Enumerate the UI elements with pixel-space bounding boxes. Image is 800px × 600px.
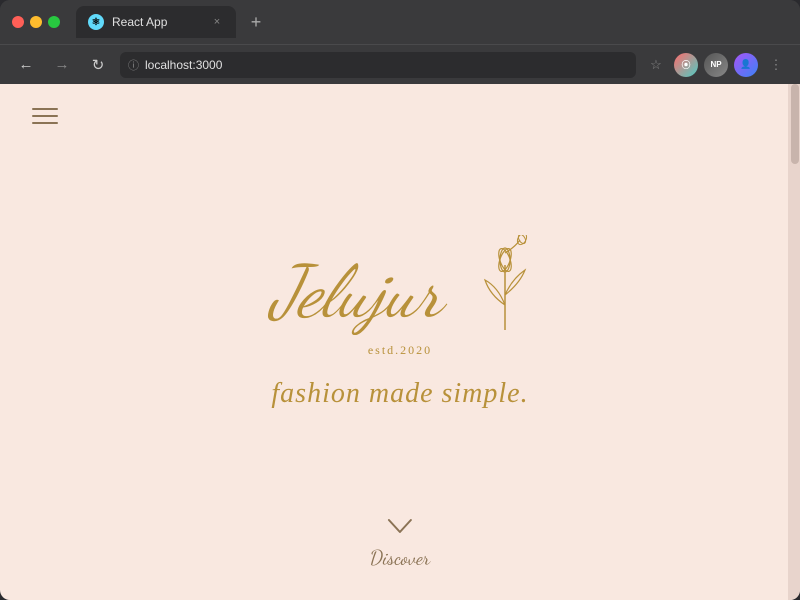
scrollbar[interactable] <box>788 84 800 600</box>
hamburger-line-3 <box>32 122 58 124</box>
tagline: fashion made simple. <box>271 378 528 410</box>
url-text: localhost:3000 <box>145 58 222 72</box>
hamburger-line-2 <box>32 115 58 117</box>
hamburger-menu[interactable] <box>32 108 58 124</box>
logo-container: Jelujur <box>260 235 540 335</box>
security-icon: ⓘ <box>128 57 139 73</box>
reload-button[interactable]: ↻ <box>84 51 112 79</box>
scrollbar-thumb[interactable] <box>791 84 799 164</box>
title-bar: ⚛ React App × + <box>0 0 800 44</box>
tab-title: React App <box>112 15 167 29</box>
maximize-button[interactable] <box>48 16 60 28</box>
discover-section[interactable]: Discover <box>370 516 430 570</box>
forward-button[interactable]: → <box>48 51 76 79</box>
estd-text: estd.2020 <box>368 343 432 358</box>
tab-close-button[interactable]: × <box>210 15 224 29</box>
discover-label[interactable]: Discover <box>370 546 430 570</box>
navigation-bar: ← → ↻ ⓘ localhost:3000 ☆ ⦿ NP 👤 ⋮ <box>0 44 800 84</box>
back-button[interactable]: ← <box>12 51 40 79</box>
active-tab[interactable]: ⚛ React App × <box>76 6 236 38</box>
bookmark-button[interactable]: ☆ <box>644 53 668 77</box>
color-wheel-icon[interactable]: ⦿ <box>674 53 698 77</box>
nav-extras: ☆ ⦿ NP 👤 ⋮ <box>644 53 788 77</box>
hamburger-line-1 <box>32 108 58 110</box>
flower-icon <box>470 235 540 335</box>
chevron-down-icon[interactable] <box>385 516 415 540</box>
more-options-button[interactable]: ⋮ <box>764 53 788 77</box>
tab-bar: ⚛ React App × + <box>76 6 788 38</box>
logo-area: Jelujur <box>260 235 540 358</box>
tab-favicon: ⚛ <box>88 14 104 30</box>
webpage-content: Jelujur <box>0 84 800 600</box>
profile-avatar[interactable]: 👤 <box>734 53 758 77</box>
user-avatar[interactable]: NP <box>704 53 728 77</box>
address-bar[interactable]: ⓘ localhost:3000 <box>120 52 636 78</box>
logo-svg: Jelujur <box>260 235 460 335</box>
svg-text:Jelujur: Jelujur <box>267 250 448 335</box>
close-button[interactable] <box>12 16 24 28</box>
traffic-lights <box>12 16 60 28</box>
minimize-button[interactable] <box>30 16 42 28</box>
new-tab-button[interactable]: + <box>242 8 270 36</box>
